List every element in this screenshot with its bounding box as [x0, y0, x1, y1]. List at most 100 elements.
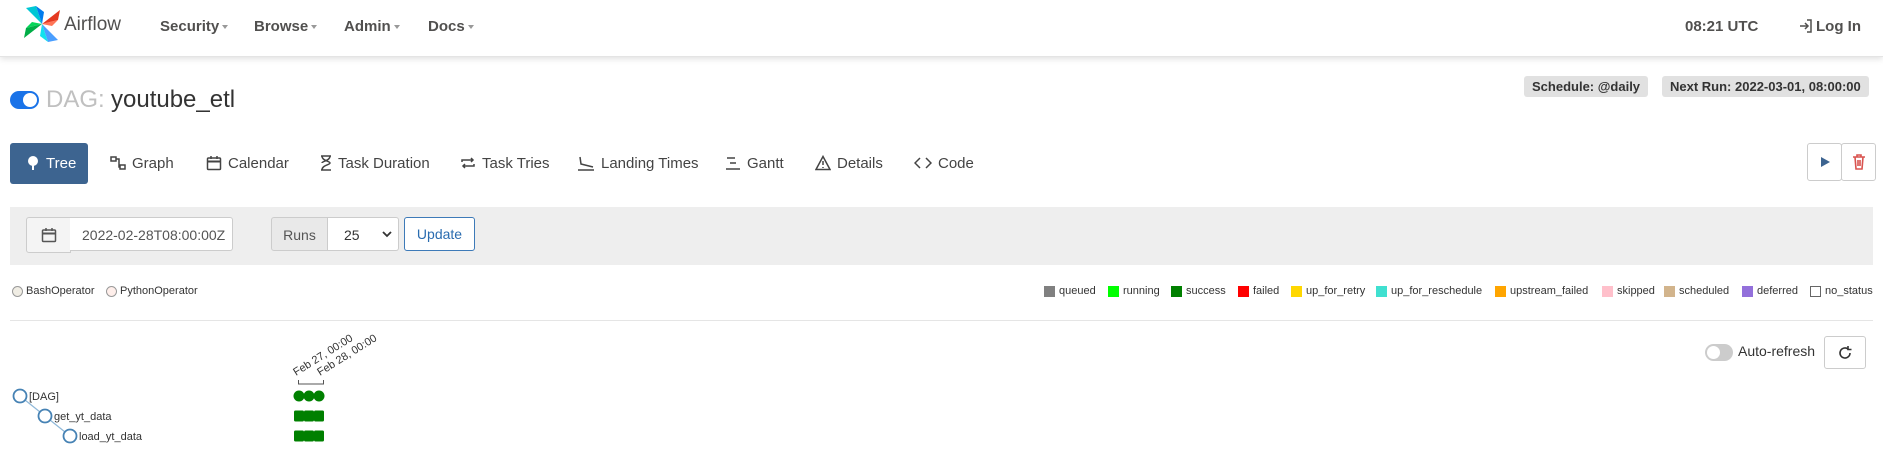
- dag-pause-toggle[interactable]: [10, 91, 39, 109]
- state-name: success: [1186, 285, 1226, 297]
- state-swatch: [1495, 285, 1506, 297]
- task-node-label[interactable]: get_yt_data: [54, 411, 112, 423]
- state-legend-running[interactable]: running: [1108, 285, 1160, 297]
- task-node-label[interactable]: load_yt_data: [79, 431, 143, 443]
- nav-menu-label: Security: [160, 18, 220, 35]
- tree-view: Feb 27, 00:00Feb 28, 00:00 [DAG]get_yt_d…: [12, 332, 379, 444]
- dag-run-circle[interactable]: [313, 390, 325, 402]
- caret-down-icon: [393, 25, 400, 30]
- login-label: Log In: [1816, 18, 1861, 35]
- calendar-icon: [206, 156, 222, 171]
- state-legend-up-for-reschedule[interactable]: up_for_reschedule: [1376, 285, 1482, 297]
- state-swatch: [1810, 285, 1821, 297]
- state-name: no_status: [1825, 285, 1873, 297]
- state-name: skipped: [1617, 285, 1655, 297]
- caret-down-icon: [222, 25, 229, 30]
- task-instance-square[interactable]: [304, 430, 314, 442]
- runs-label: Runs: [271, 217, 328, 251]
- tab-tree[interactable]: Tree: [10, 143, 89, 184]
- task-instance-square[interactable]: [314, 430, 324, 442]
- state-swatch: [1376, 285, 1387, 297]
- state-legend-failed[interactable]: failed: [1238, 285, 1279, 297]
- next-run-badge: Next Run: 2022-03-01, 08:00:00: [1662, 76, 1869, 97]
- task-node-circle[interactable]: [37, 408, 53, 424]
- task-instance-square[interactable]: [314, 410, 324, 422]
- state-swatch: [1044, 285, 1055, 297]
- task-node-circle[interactable]: [62, 428, 78, 444]
- base-date-input[interactable]: 2022-02-28T08:00:00Z: [70, 217, 233, 251]
- state-swatch: [1171, 285, 1182, 297]
- date-picker-button[interactable]: [26, 217, 71, 253]
- nav-menu-browse[interactable]: Browse: [254, 18, 318, 35]
- caret-down-icon: [467, 25, 474, 30]
- caret-down-icon: [311, 25, 318, 30]
- tab-code[interactable]: Code: [913, 143, 974, 184]
- state-legend-upstream-failed[interactable]: upstream_failed: [1495, 285, 1588, 297]
- state-legend-up-for-retry[interactable]: up_for_retry: [1291, 285, 1365, 297]
- state-name: failed: [1253, 285, 1280, 297]
- code-icon: [913, 157, 933, 169]
- dag-id: youtube_etl: [111, 86, 236, 113]
- state-name: upstream_failed: [1510, 285, 1589, 297]
- state-legend-no-status[interactable]: no_status: [1810, 285, 1873, 297]
- tree-icon: [28, 156, 38, 170]
- graph-icon: [110, 156, 126, 170]
- brand-name[interactable]: Airflow: [64, 14, 121, 36]
- state-name: deferred: [1757, 285, 1798, 297]
- delete-dag-button[interactable]: [1841, 143, 1876, 181]
- tab-label: Task Tries: [482, 155, 550, 172]
- task-instance-square[interactable]: [294, 410, 304, 422]
- airflow-logo-icon[interactable]: [22, 4, 62, 44]
- dag-run-circle[interactable]: [303, 390, 315, 402]
- tab-task-tries[interactable]: Task Tries: [460, 143, 550, 184]
- update-button[interactable]: Update: [404, 217, 475, 251]
- auto-refresh-label: Auto-refresh: [1738, 343, 1816, 359]
- nav-menu-label: Admin: [344, 18, 391, 35]
- nav-menu-docs[interactable]: Docs: [428, 18, 474, 35]
- nav-menu-security[interactable]: Security: [160, 18, 229, 35]
- tab-label: Details: [837, 155, 883, 172]
- nav-menu-label: Docs: [428, 18, 465, 35]
- nav-menu-admin[interactable]: Admin: [344, 18, 400, 35]
- tab-label: Code: [938, 155, 974, 172]
- utc-clock[interactable]: 08:21 UTC: [1685, 18, 1758, 35]
- operator-swatch: [12, 285, 23, 297]
- state-legend-queued[interactable]: queued: [1044, 285, 1096, 297]
- task-instance-square[interactable]: [294, 430, 304, 442]
- num-runs-value: 25: [344, 227, 360, 243]
- tab-task-duration[interactable]: Task Duration: [320, 143, 430, 184]
- navbar: Airflow Security Browse Admin Docs 08:21…: [0, 0, 1883, 57]
- trigger-dag-button[interactable]: [1807, 143, 1842, 181]
- state-name: running: [1123, 285, 1160, 297]
- run-bracket: [298, 380, 324, 385]
- trash-icon: [1852, 154, 1865, 170]
- tab-landing-times[interactable]: Landing Times: [577, 143, 699, 184]
- state-swatch: [1742, 285, 1753, 297]
- tab-details[interactable]: Details: [814, 143, 883, 184]
- state-legend-scheduled[interactable]: scheduled: [1664, 285, 1729, 297]
- num-runs-select[interactable]: 25: [328, 217, 399, 251]
- state-legend-success[interactable]: success: [1171, 285, 1226, 297]
- refresh-button[interactable]: [1824, 336, 1866, 369]
- task-instance-square[interactable]: [304, 410, 314, 422]
- login-link[interactable]: Log In: [1798, 18, 1861, 35]
- gantt-icon: [726, 157, 740, 170]
- operator-swatch: [106, 285, 117, 297]
- state-legend-skipped[interactable]: skipped: [1602, 285, 1655, 297]
- tab-label: Landing Times: [601, 155, 699, 172]
- tab-label: Graph: [132, 155, 174, 172]
- chevron-down-icon: [382, 231, 392, 238]
- tab-gantt[interactable]: Gantt: [725, 143, 784, 184]
- task-node-label[interactable]: [DAG]: [29, 391, 59, 403]
- tab-calendar[interactable]: Calendar: [206, 143, 289, 184]
- schedule-badge: Schedule: @daily: [1524, 76, 1649, 97]
- task-node-circle[interactable]: [12, 388, 28, 404]
- calendar-icon: [41, 228, 56, 243]
- tab-graph[interactable]: Graph: [110, 143, 174, 184]
- state-swatch: [1602, 285, 1613, 297]
- state-swatch: [1108, 285, 1119, 297]
- divider: [10, 320, 1873, 321]
- auto-refresh-toggle[interactable]: [1705, 344, 1733, 361]
- dag-run-circle[interactable]: [293, 390, 305, 402]
- state-legend-deferred[interactable]: deferred: [1742, 285, 1798, 297]
